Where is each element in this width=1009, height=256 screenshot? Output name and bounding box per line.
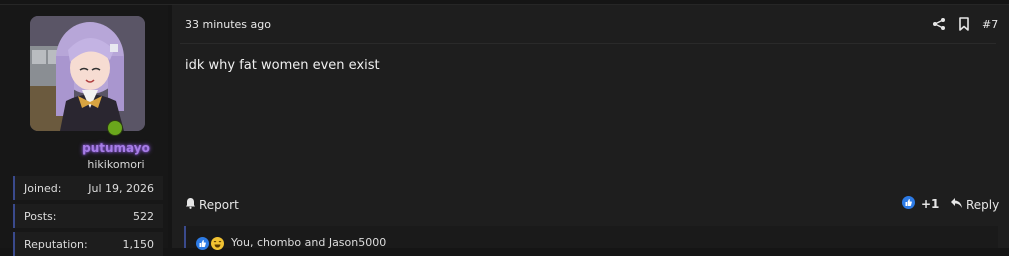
stat-label: Reputation: (24, 238, 88, 251)
stat-label: Posts: (24, 210, 57, 223)
online-status-indicator (108, 121, 122, 135)
divider (180, 43, 996, 44)
avatar-image (30, 16, 145, 131)
bookmark-icon[interactable] (957, 16, 971, 31)
report-button[interactable]: Report (185, 197, 239, 212)
stat-value: 1,150 (122, 238, 155, 251)
reply-label: Reply (966, 197, 1000, 212)
stat-label: Joined: (24, 182, 62, 195)
post-body-panel (172, 5, 1009, 248)
reactions-summary-bar[interactable]: You, chombo and Jason5000 (184, 226, 998, 250)
stat-value: Jul 19, 2026 (88, 182, 154, 195)
stat-posts: Posts: 522 (13, 204, 163, 228)
stat-value: 522 (133, 210, 154, 223)
share-icon[interactable] (932, 16, 946, 30)
report-label: Report (199, 197, 239, 212)
reply-button[interactable]: Reply (950, 197, 999, 212)
bell-icon (185, 197, 196, 212)
like-count: +1 (921, 197, 940, 211)
thumbs-up-icon (902, 196, 915, 212)
reactions-summary-text[interactable]: You, chombo and Jason5000 (231, 236, 386, 249)
post-number-link[interactable]: #7 (982, 18, 998, 31)
post-message: idk why fat women even exist (185, 58, 380, 73)
post-timestamp[interactable]: 33 minutes ago (185, 18, 271, 31)
reply-arrow-icon (950, 197, 963, 212)
laughing-face-icon (211, 235, 224, 254)
stat-reputation: Reputation: 1,150 (13, 232, 163, 256)
avatar[interactable] (30, 16, 145, 131)
stat-joined: Joined: Jul 19, 2026 (13, 176, 163, 200)
reaction-score[interactable]: +1 (902, 196, 939, 212)
thumbs-up-icon (196, 235, 209, 254)
forum-post: putumayo hikikomori Joined: Jul 19, 2026… (0, 0, 1009, 256)
